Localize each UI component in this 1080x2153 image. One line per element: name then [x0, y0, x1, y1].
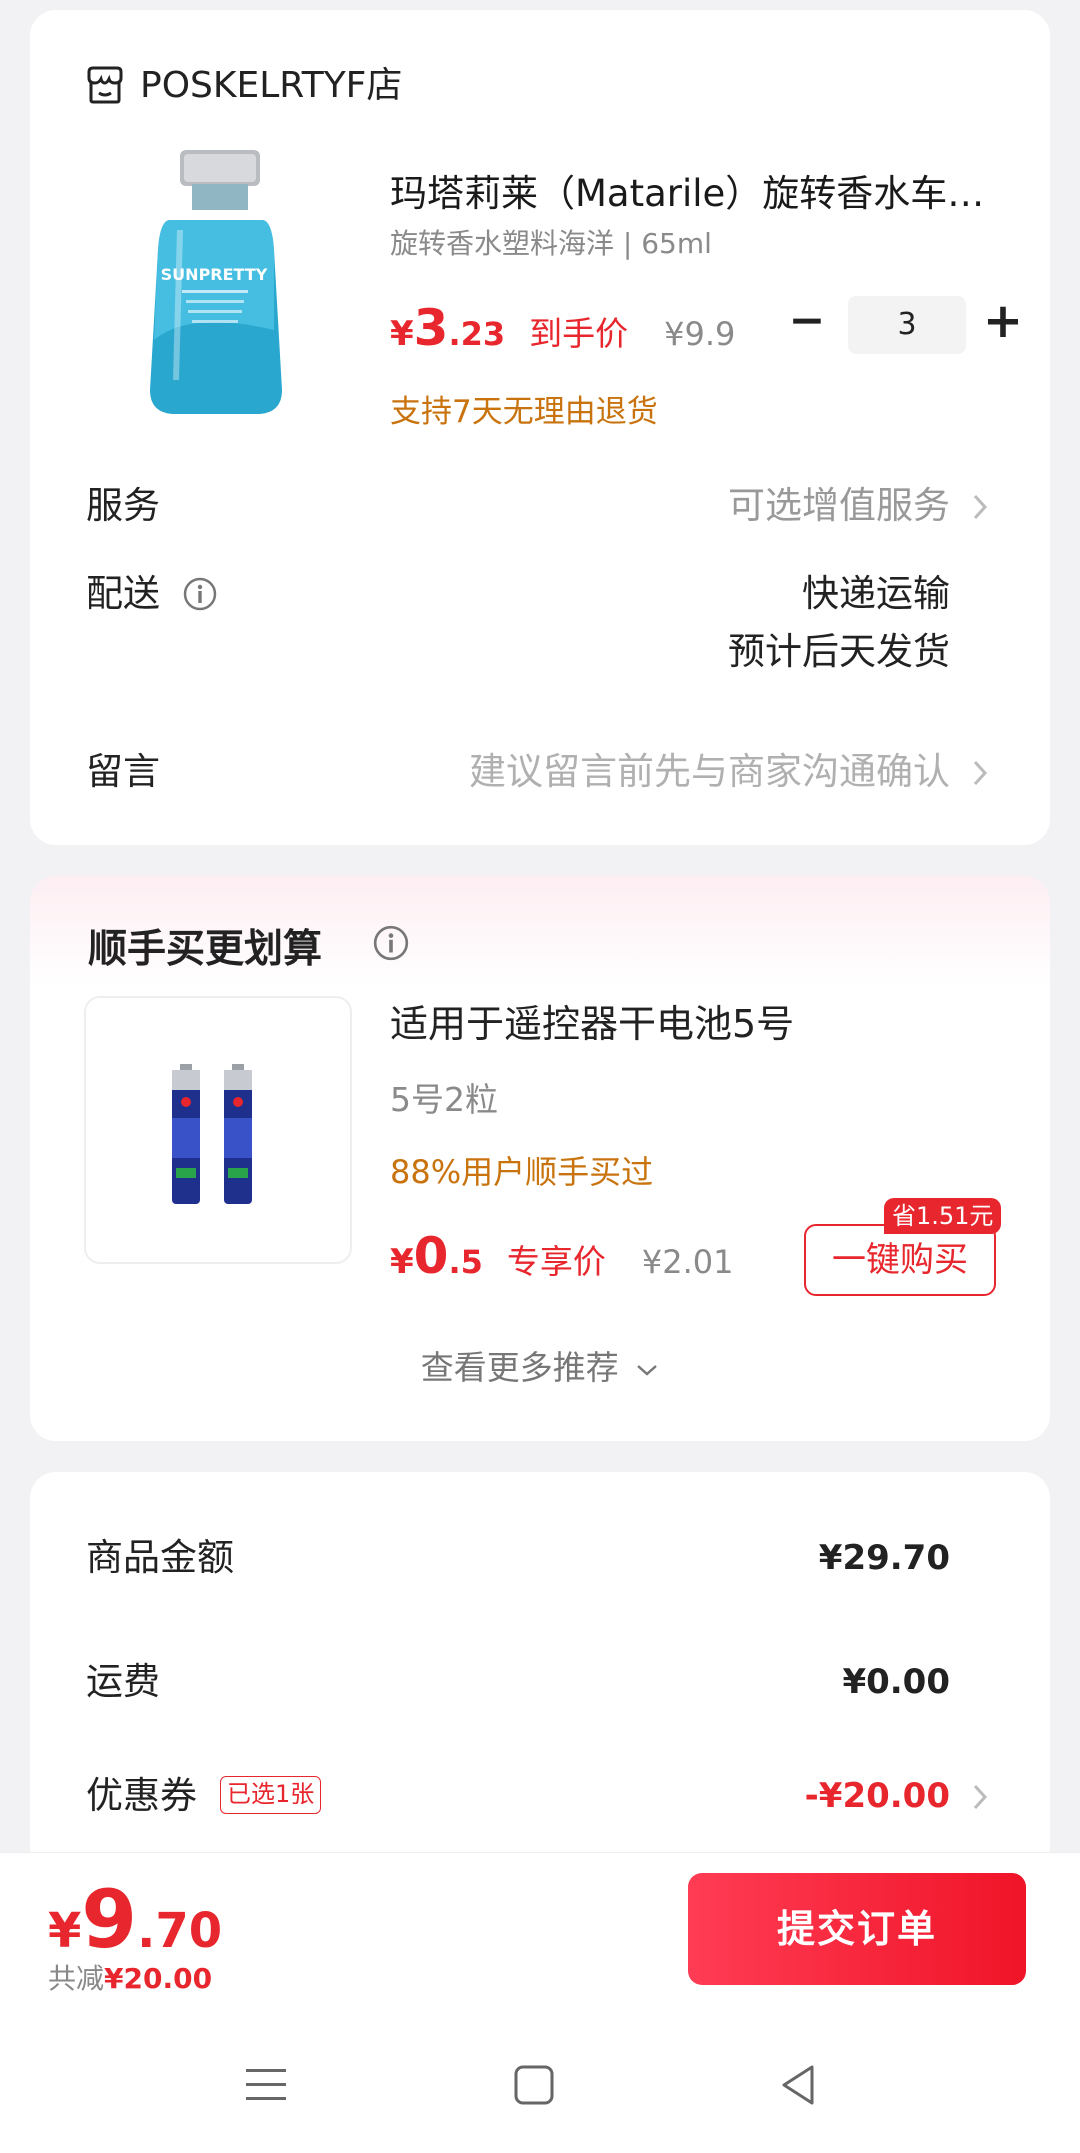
coupon-chevron-right-icon[interactable]: [970, 1782, 990, 1812]
recommended-product-price: ¥ 0 .5 专享价 ¥2.01: [390, 1228, 734, 1284]
quantity-minus-button[interactable]: −: [782, 298, 832, 348]
total-saved: 共减¥20.00: [48, 1961, 212, 1997]
back-icon[interactable]: [778, 2063, 818, 2107]
total-price: ¥ 9 .70: [48, 1875, 222, 1965]
submit-order-button[interactable]: 提交订单: [688, 1873, 1026, 1985]
coupon-value[interactable]: -¥20.00: [805, 1772, 950, 1820]
product-spec: 旋转香水塑料海洋 | 65ml: [390, 227, 712, 260]
total-saved-value: ¥20.00: [104, 1962, 213, 1995]
product-image[interactable]: SUNPRETTY: [110, 140, 320, 430]
service-chevron-right-icon[interactable]: [970, 492, 990, 522]
quantity-plus-button[interactable]: +: [978, 297, 1028, 348]
one-click-buy-button[interactable]: 一键购买: [804, 1224, 996, 1296]
reco-original-price: ¥2.01: [641, 1243, 734, 1281]
shipping-value: ¥0.00: [842, 1662, 950, 1702]
menu-icon[interactable]: [244, 2065, 288, 2105]
recommendation-title: 顺手买更划算: [88, 927, 323, 972]
coupon-label: 优惠券: [86, 1774, 197, 1817]
see-more-label: 查看更多推荐: [420, 1348, 619, 1387]
chevron-down-icon: [637, 1364, 658, 1376]
recommended-product-spec: 5号2粒: [390, 1080, 498, 1119]
delivery-eta: 预计后天发货: [728, 630, 950, 673]
quantity-value[interactable]: 3: [848, 296, 966, 354]
product-title[interactable]: 玛塔莉莱（Matarile）旋转香水车…: [390, 170, 1030, 218]
battery-image: [172, 1064, 252, 1204]
return-policy-note: 支持7天无理由退货: [390, 394, 658, 430]
product-price: ¥ 3 .23 到手价 ¥9.9: [390, 300, 735, 360]
goods-amount-label: 商品金额: [86, 1536, 234, 1579]
recommendation-info-icon[interactable]: [372, 924, 410, 962]
system-navigation-bar: [0, 2017, 1080, 2153]
recommendation-card: 顺手买更划算 适用于遥控器干电池5号 5号2粒 88%用户顺手买过 ¥ 0 .5…: [30, 876, 1050, 1441]
see-more-recommendations-link[interactable]: 查看更多推荐: [30, 1346, 1050, 1390]
reco-price-tag: 专享价: [506, 1242, 606, 1281]
price-symbol: ¥: [390, 314, 414, 354]
product-image-label: SUNPRETTY: [161, 265, 268, 284]
recommended-product-name[interactable]: 适用于遥控器干电池5号: [390, 998, 794, 1050]
recommended-product-image[interactable]: [84, 996, 352, 1264]
total-saved-prefix: 共减: [48, 1962, 105, 1995]
message-input[interactable]: 建议留言前先与商家沟通确认: [469, 748, 950, 796]
home-icon[interactable]: [512, 2063, 556, 2107]
service-value[interactable]: 可选增值服务: [728, 482, 950, 530]
message-label: 留言: [86, 750, 160, 793]
shipping-label: 运费: [86, 1660, 160, 1703]
recommended-bought-stat: 88%用户顺手买过: [390, 1153, 654, 1191]
total-price-decimal: .70: [137, 1903, 223, 1959]
original-price: ¥9.9: [664, 315, 736, 353]
goods-amount-value: ¥29.70: [818, 1538, 950, 1578]
order-card: POSKELRTYF店 SUNPRETTY 玛塔莉莱（Matarile）旋转香水…: [30, 10, 1050, 845]
total-price-symbol: ¥: [48, 1903, 82, 1959]
delivery-label: 配送: [86, 572, 160, 615]
reco-price-integer: 0: [413, 1227, 449, 1285]
price-decimal: .23: [448, 315, 506, 353]
reco-price-decimal: .5: [448, 1243, 483, 1281]
checkout-bar: ¥ 9 .70 共减¥20.00 提交订单: [0, 1852, 1080, 2017]
service-label: 服务: [86, 484, 160, 527]
reco-price-symbol: ¥: [390, 1242, 414, 1282]
price-integer: 3: [413, 299, 449, 357]
price-tag: 到手价: [529, 314, 629, 353]
store-icon: [87, 66, 123, 104]
store-name[interactable]: POSKELRTYF店: [140, 64, 402, 108]
total-price-integer: 9: [81, 1873, 138, 1966]
message-chevron-right-icon[interactable]: [970, 758, 990, 788]
coupon-selected-badge: 已选1张: [220, 1776, 322, 1814]
price-summary-card: 商品金额 ¥29.70 运费 ¥0.00 优惠券 已选1张 -¥20.00: [30, 1472, 1050, 1872]
delivery-method: 快递运输: [802, 572, 950, 615]
savings-badge: 省1.51元: [884, 1198, 1002, 1234]
info-icon[interactable]: [182, 576, 218, 612]
